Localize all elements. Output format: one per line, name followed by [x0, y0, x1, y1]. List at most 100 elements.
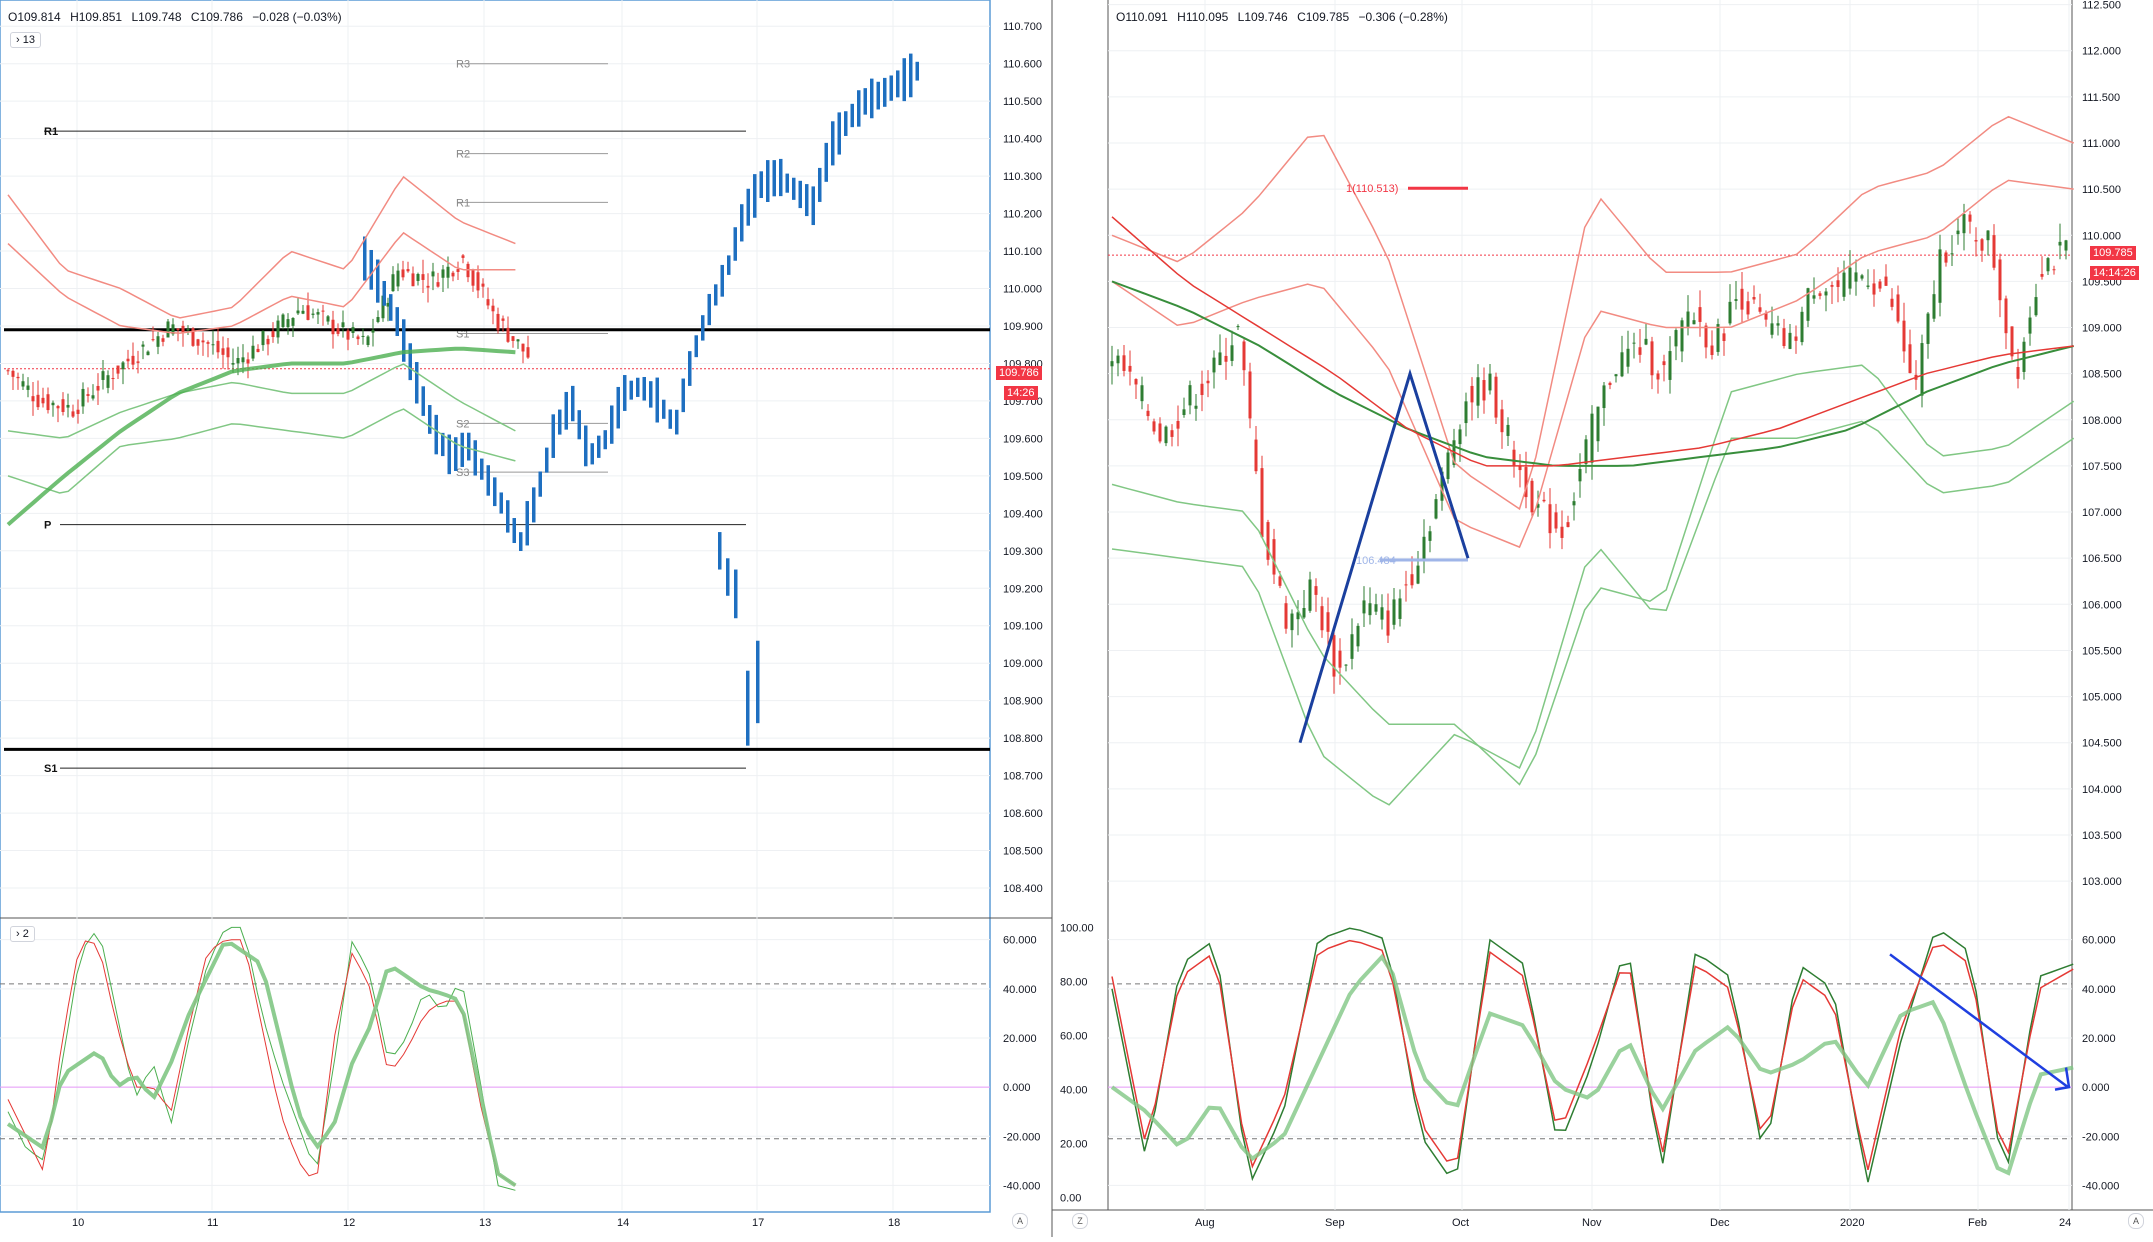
left-y-tick-label: 108.900	[1003, 696, 1043, 708]
right-x-tick-label: 24	[2059, 1217, 2071, 1229]
right-candle-body	[1740, 288, 1744, 310]
right-candle-body	[1800, 311, 1804, 343]
chart-canvas[interactable]: 110.700 110.600 110.500 110.400 110.300 110.2…	[0, 0, 2153, 1237]
left-indicator-toggle[interactable]: › 13	[10, 32, 41, 48]
right-fib-label-low: 106.484	[1356, 555, 1396, 567]
left-blue-bar	[434, 414, 438, 455]
left-blue-bar	[805, 184, 809, 217]
left-candle-body	[156, 336, 160, 347]
left-candle-body	[76, 409, 80, 414]
right-candle-body	[1368, 603, 1372, 616]
left-pivot-label: S1	[44, 763, 57, 775]
right-y-tick-label: 104.000	[2082, 784, 2122, 796]
left-candle-body	[196, 339, 200, 346]
right-high: H110.095	[1177, 10, 1229, 24]
left-ohlc-legend: O109.814 H109.851 L109.748 C109.786 −0.0…	[8, 10, 348, 24]
right-candle-body	[1584, 439, 1588, 464]
left-blue-bar	[844, 111, 848, 136]
left-blue-bar	[766, 160, 770, 202]
left-candle-body	[211, 344, 215, 346]
left-candle-body	[476, 272, 480, 291]
right-candle-body	[1128, 365, 1132, 372]
right-candle-body	[1362, 600, 1366, 614]
left-blue-bar	[603, 430, 607, 450]
right-candle-body	[2058, 241, 2062, 246]
left-osc-tick-label: 20.000	[1003, 1033, 1037, 1045]
left-auto-scale-button[interactable]: A	[1012, 1213, 1028, 1229]
left-candle-body	[146, 351, 150, 356]
right-y-tick-label: 112.500	[2082, 0, 2121, 12]
right-candle-body	[1224, 355, 1228, 362]
right-fib-label-high: 1(110.513)	[1346, 183, 1398, 195]
left-candle-body	[376, 317, 380, 322]
left-blue-bar	[402, 319, 406, 362]
left-y-tick-label: 110.500	[1003, 96, 1042, 108]
left-pivot-label: R1	[44, 126, 58, 138]
left-candle-body	[341, 322, 345, 328]
left-candle-body	[86, 394, 90, 396]
left-candle-body	[136, 361, 140, 363]
right-candle-body	[1434, 499, 1438, 519]
left-candle-body	[291, 317, 295, 326]
left-blue-bar	[408, 343, 412, 381]
left-osc-count: 2	[22, 928, 29, 940]
left-blue-bar	[798, 180, 802, 209]
left-blue-bar	[545, 447, 549, 473]
right-candle-body	[1662, 361, 1666, 366]
right-zoom-button[interactable]: Z	[1072, 1213, 1088, 1229]
right-candle-body	[1140, 385, 1144, 402]
right-candle-body	[1692, 320, 1696, 325]
left-candle-body	[411, 273, 415, 287]
left-blue-bar	[753, 174, 757, 218]
right-candle-body	[1590, 413, 1594, 463]
right-osc-thick-line	[1110, 953, 2074, 1176]
left-blue-bar	[389, 294, 393, 321]
right-candle-body	[1548, 504, 1552, 534]
left-blue-bar	[506, 500, 510, 533]
left-y-tick-label: 109.200	[1003, 583, 1043, 595]
left-candle-body	[61, 399, 65, 412]
left-candle-body	[256, 348, 260, 353]
left-candle-body	[481, 283, 485, 287]
right-candle-body	[1134, 379, 1138, 385]
right-x-tick-label: Aug	[1195, 1217, 1215, 1229]
left-candle-body	[451, 272, 455, 277]
right-candle-body	[1470, 385, 1474, 403]
left-blue-bar	[642, 376, 646, 401]
left-candle-body	[421, 274, 425, 280]
left-high: H109.851	[70, 10, 123, 24]
right-candle-body	[2028, 317, 2032, 334]
right-candle-body	[1812, 295, 1816, 299]
left-x-tick-label: 12	[343, 1217, 355, 1229]
right-candle-body	[1302, 608, 1306, 618]
right-candle-body	[1260, 468, 1264, 538]
left-blue-bar	[785, 173, 789, 193]
left-candle-body	[361, 335, 365, 337]
left-indicator-count: 13	[22, 34, 35, 46]
right-osc-tick-label: 60.000	[2082, 935, 2116, 947]
left-blue-bar	[688, 351, 692, 386]
right-candle-body	[1320, 606, 1324, 631]
left-candle-body	[176, 328, 180, 330]
left-candle-body	[251, 345, 255, 359]
right-candle-body	[1266, 522, 1270, 560]
right-candle-body	[1746, 301, 1750, 315]
right-candle-body	[2034, 297, 2038, 316]
right-candle-body	[1860, 275, 1864, 279]
right-auto-scale-button[interactable]: A	[2128, 1213, 2144, 1229]
right-candle-body	[1404, 584, 1408, 586]
left-candle-body	[301, 310, 305, 314]
left-blue-bar	[694, 335, 698, 358]
right-candle-body	[1770, 323, 1774, 335]
right-x-tick-label: Oct	[1452, 1217, 1469, 1229]
right-candle-body	[2004, 298, 2008, 334]
left-candle-body	[216, 340, 220, 353]
right-candle-body	[1338, 650, 1342, 668]
right-candle-body	[1446, 452, 1450, 480]
left-blue-bar	[896, 70, 900, 98]
right-ohlc-legend: O110.091 H110.095 L109.746 C109.785 −0.3…	[1116, 10, 1454, 24]
left-osc-toggle[interactable]: › 2	[10, 926, 35, 942]
right-close: C109.785	[1297, 10, 1350, 24]
right-osc-left-tick-label: 0.00	[1060, 1193, 1081, 1205]
left-blue-bar	[662, 399, 666, 419]
